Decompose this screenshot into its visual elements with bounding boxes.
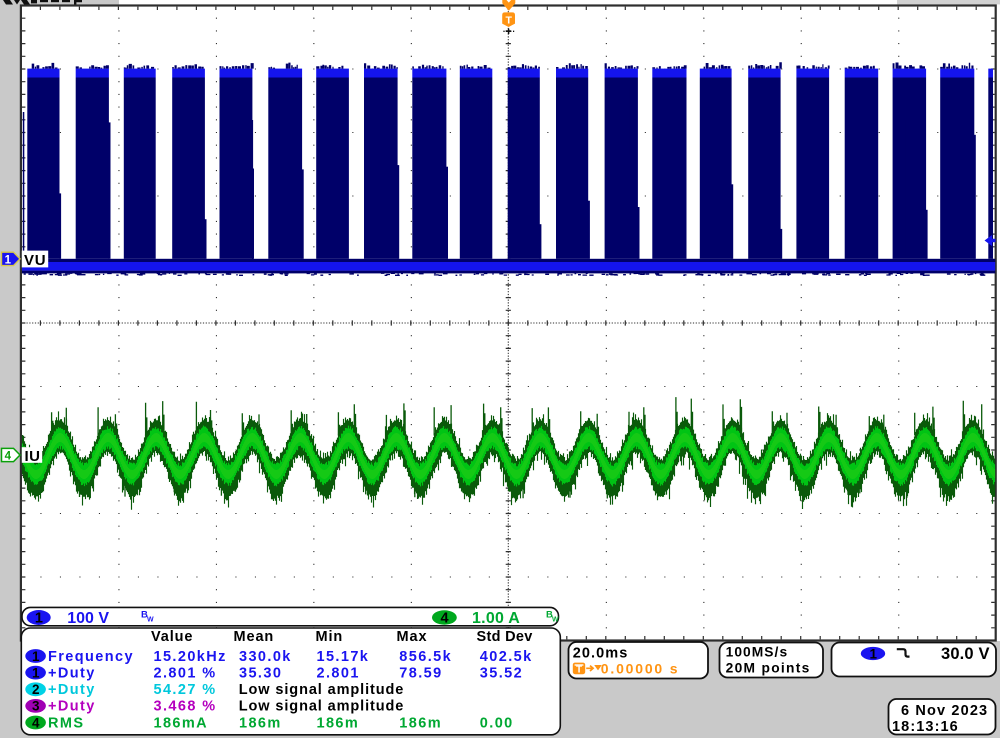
svg-text:402.5k: 402.5k [480, 649, 533, 665]
svg-text:78.59: 78.59 [399, 665, 442, 681]
svg-text:4: 4 [5, 451, 12, 463]
svg-text:+Duty: +Duty [48, 699, 96, 715]
svg-text:Min: Min [316, 629, 344, 645]
svg-text:35.52: 35.52 [480, 665, 523, 681]
svg-text:15.17k: 15.17k [317, 649, 370, 665]
svg-text:330.0k: 330.0k [239, 649, 292, 665]
svg-text:T: T [576, 665, 582, 676]
svg-text:IU: IU [25, 448, 41, 465]
svg-text:186m: 186m [317, 715, 360, 731]
svg-text:1: 1 [35, 611, 43, 627]
svg-text:100MS/s: 100MS/s [726, 644, 789, 659]
svg-text:0.00000 s: 0.00000 s [601, 660, 679, 676]
svg-text:Low signal amplitude: Low signal amplitude [239, 682, 404, 698]
svg-text:1.00 A: 1.00 A [472, 610, 520, 627]
svg-text:4: 4 [32, 715, 40, 730]
svg-text:Max: Max [397, 629, 428, 645]
svg-text:20M points: 20M points [726, 660, 811, 675]
svg-text:2: 2 [32, 682, 40, 697]
svg-text:186m: 186m [399, 715, 442, 731]
svg-text:3.468 %: 3.468 % [154, 699, 217, 715]
svg-text:35.30: 35.30 [239, 665, 282, 681]
svg-text:Frequency: Frequency [48, 649, 134, 665]
svg-text:186m: 186m [239, 715, 282, 731]
svg-text:T: T [505, 15, 512, 27]
svg-text:20.0ms: 20.0ms [573, 646, 629, 662]
svg-text:+Duty: +Duty [48, 665, 96, 681]
svg-text:VU: VU [24, 252, 46, 269]
svg-text:RMS: RMS [48, 715, 84, 731]
svg-text:30.0 V: 30.0 V [941, 645, 990, 663]
svg-text:W: W [552, 616, 559, 623]
svg-text:100 V: 100 V [67, 610, 109, 627]
svg-text:Mean: Mean [234, 629, 275, 645]
svg-text:6 Nov 2023: 6 Nov 2023 [901, 703, 988, 719]
svg-text:15.20kHz: 15.20kHz [154, 649, 227, 665]
svg-text:1: 1 [869, 646, 877, 661]
svg-text:0.00: 0.00 [480, 715, 514, 731]
svg-text:3: 3 [32, 699, 40, 714]
svg-text:1: 1 [32, 649, 40, 664]
svg-text:54.27 %: 54.27 % [154, 682, 217, 698]
svg-text:Std Dev: Std Dev [477, 629, 533, 645]
svg-text:2.801: 2.801 [317, 665, 360, 681]
svg-text:Value: Value [151, 629, 193, 645]
svg-text:18:13:16: 18:13:16 [892, 719, 959, 735]
svg-text:856.5k: 856.5k [399, 649, 452, 665]
svg-text:1: 1 [32, 665, 40, 680]
svg-text:1: 1 [5, 255, 12, 267]
svg-text:Low signal amplitude: Low signal amplitude [239, 699, 404, 715]
svg-text:W: W [147, 616, 154, 623]
svg-text:4: 4 [441, 611, 449, 627]
svg-text:+Duty: +Duty [48, 682, 96, 698]
svg-text:186mA: 186mA [154, 715, 209, 731]
svg-text:2.801 %: 2.801 % [154, 665, 217, 681]
